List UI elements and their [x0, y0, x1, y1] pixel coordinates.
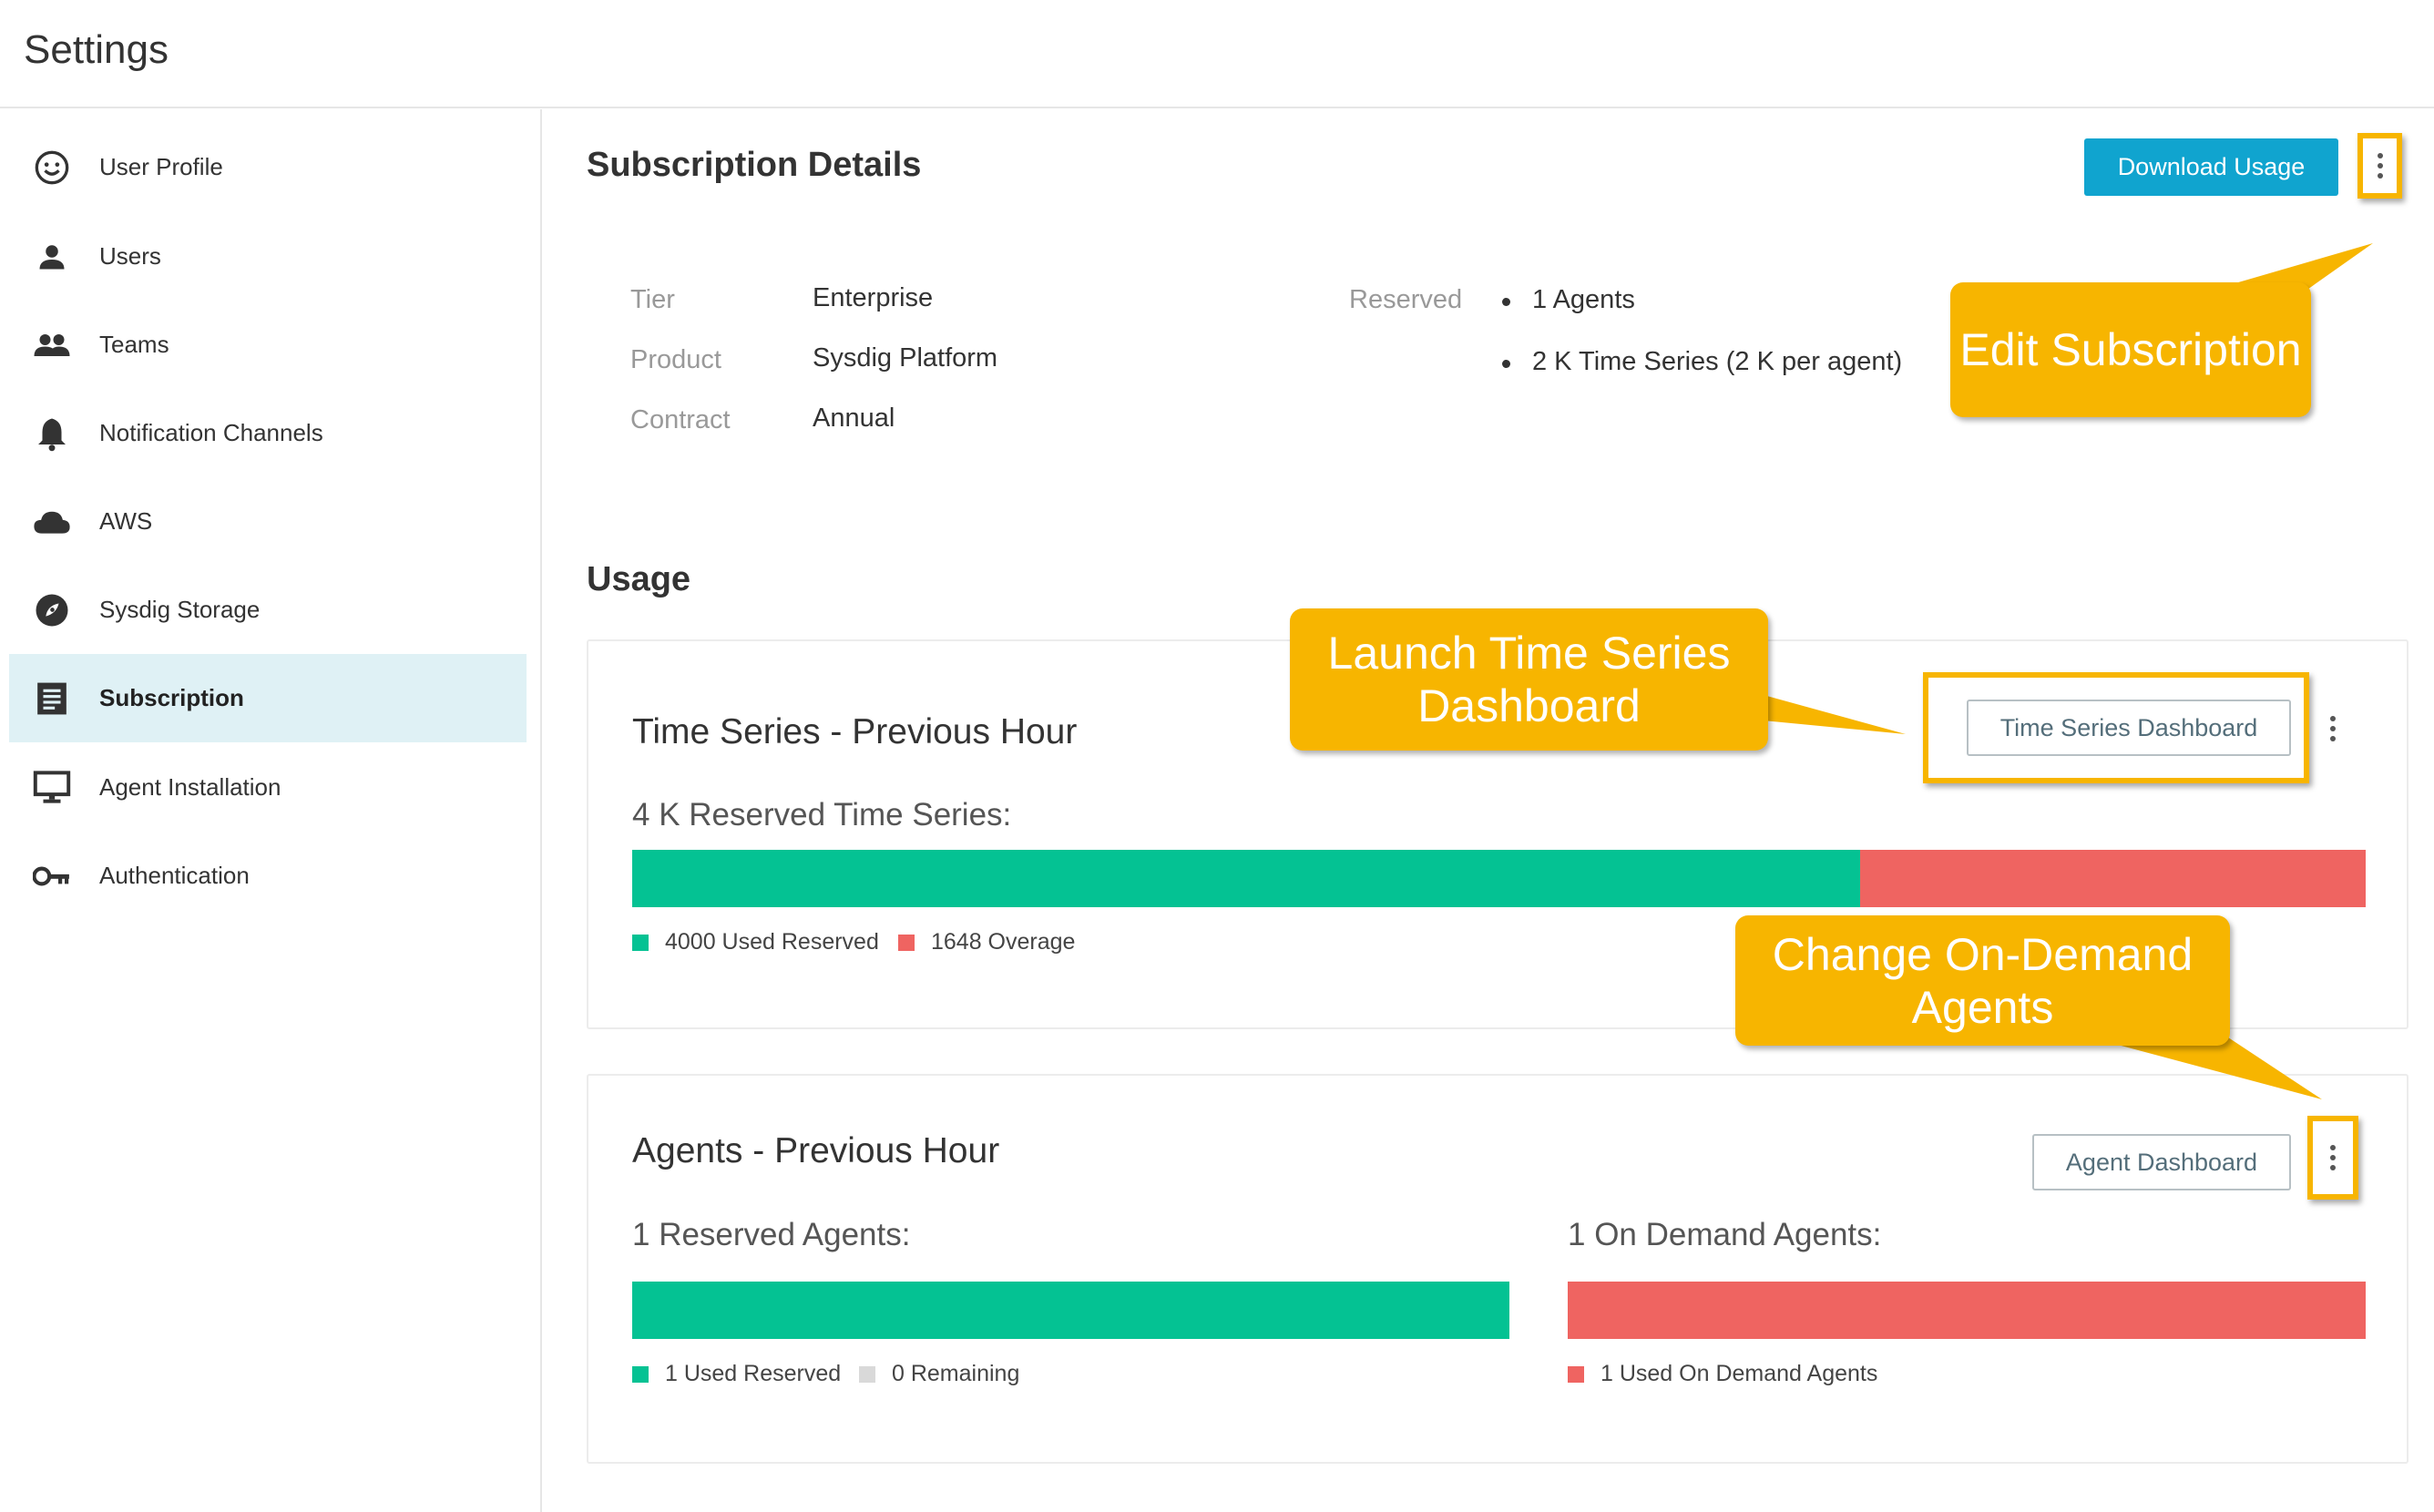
callout-pointers: [1754, 243, 2373, 1099]
launch-time-series-callout: Launch Time Series Dashboard: [1290, 608, 1768, 751]
change-on-demand-callout: Change On-Demand Agents: [1735, 915, 2230, 1046]
edit-subscription-callout: Edit Subscription: [1950, 282, 2311, 417]
